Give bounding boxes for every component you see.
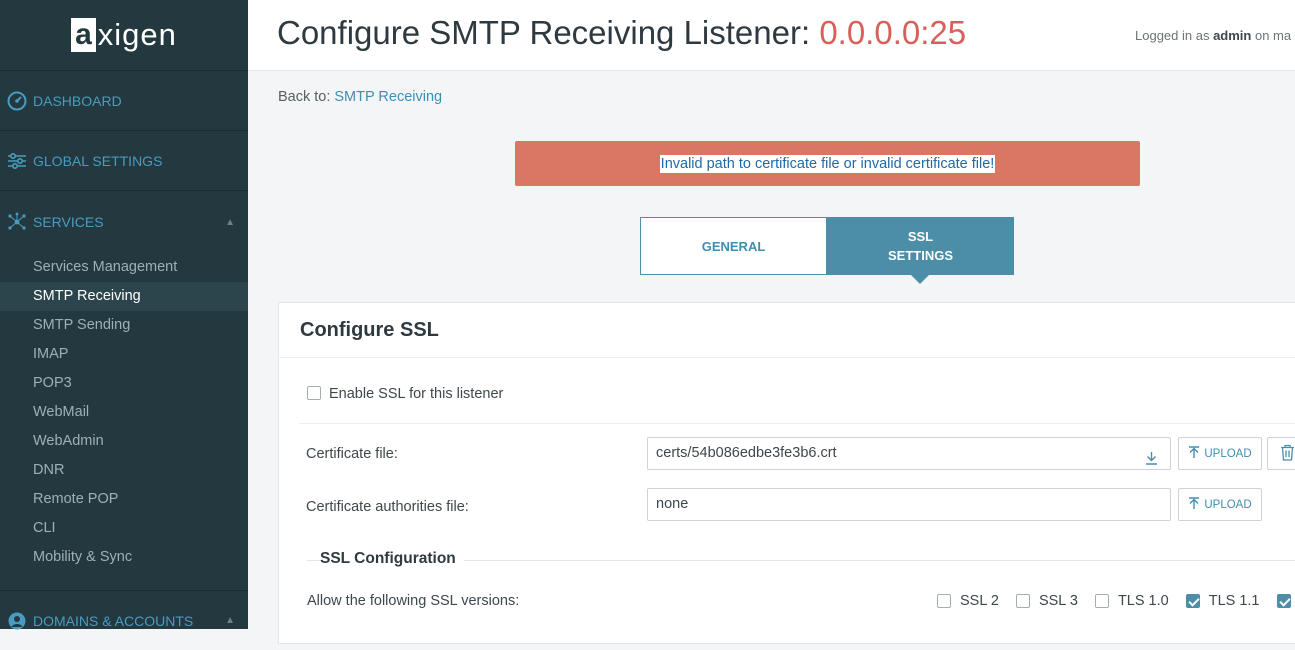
panel-title: Configure SSL xyxy=(300,319,439,342)
sidebar-item-smtp-receiving[interactable]: SMTP Receiving xyxy=(0,282,248,311)
sidebar-section-label: SERVICES xyxy=(33,214,104,230)
tab-ssl-settings[interactable]: SSL SETTINGS xyxy=(827,217,1014,275)
cert-file-field[interactable]: certs/54b086edbe3fe3b6.crt xyxy=(647,437,1171,470)
sidebar-section-domains-accounts[interactable]: DOMAINS & ACCOUNTS ▲ xyxy=(0,591,248,650)
tab-ssl-label: SSL SETTINGS xyxy=(888,227,953,265)
ca-file-value: none xyxy=(656,496,688,512)
page-title-text: Configure SMTP Receiving Listener: xyxy=(277,14,819,51)
sidebar-item-dnr[interactable]: DNR xyxy=(0,456,248,485)
breadcrumb-link[interactable]: SMTP Receiving xyxy=(334,89,442,105)
sidebar-item-smtp-sending[interactable]: SMTP Sending xyxy=(0,311,248,340)
version-tls12[interactable] xyxy=(1277,594,1295,608)
logged-user: admin xyxy=(1213,28,1251,43)
sidebar-section-label: DOMAINS & ACCOUNTS xyxy=(33,613,193,629)
cert-delete-button[interactable] xyxy=(1267,437,1295,470)
enable-ssl-label: Enable SSL for this listener xyxy=(329,386,503,402)
cert-file-label: Certificate file: xyxy=(306,446,398,462)
tabs: GENERAL SSL SETTINGS xyxy=(640,217,1015,275)
dashboard-icon xyxy=(6,90,28,112)
divider xyxy=(279,357,1295,358)
sidebar-item-cli[interactable]: CLI xyxy=(0,514,248,543)
sidebar-section-services[interactable]: SERVICES ▲ xyxy=(0,191,248,253)
version-label: TLS 1.0 xyxy=(1118,593,1169,609)
version-ssl3[interactable]: SSL 3 xyxy=(1016,593,1078,609)
logo-box: a xyxy=(71,18,96,52)
breadcrumb: Back to:SMTP Receiving xyxy=(278,89,442,105)
logo-text: xigen xyxy=(98,17,177,53)
ssl-panel: Configure SSL Enable SSL for this listen… xyxy=(278,302,1295,644)
tab-general[interactable]: GENERAL xyxy=(640,217,827,275)
chevron-up-icon[interactable]: ▲ xyxy=(225,217,235,228)
ca-file-field[interactable]: none xyxy=(647,488,1171,521)
version-ssl2[interactable]: SSL 2 xyxy=(937,593,999,609)
sidebar-item-webmail[interactable]: WebMail xyxy=(0,398,248,427)
sidebar-item-pop3[interactable]: POP3 xyxy=(0,369,248,398)
upload-label: UPLOAD xyxy=(1204,499,1251,511)
upload-label: UPLOAD xyxy=(1204,448,1251,460)
axigen-logo[interactable]: axigen xyxy=(0,0,248,71)
divider xyxy=(299,423,1295,424)
version-checkbox[interactable] xyxy=(1016,594,1030,608)
cert-upload-button[interactable]: UPLOAD xyxy=(1178,437,1262,470)
version-tls11[interactable]: TLS 1.1 xyxy=(1186,593,1260,609)
chevron-up-icon[interactable]: ▲ xyxy=(225,615,235,626)
version-checkbox[interactable] xyxy=(937,594,951,608)
logged-in-info: Logged in as admin on ma xyxy=(1135,28,1291,43)
sidebar-section-global-settings[interactable]: GLOBAL SETTINGS xyxy=(0,131,248,191)
ssl-versions: SSL 2 SSL 3 TLS 1.0 TLS 1.1 xyxy=(937,593,1295,609)
page-title: Configure SMTP Receiving Listener: 0.0.0… xyxy=(277,14,966,52)
version-label: SSL 3 xyxy=(1039,593,1078,609)
network-icon xyxy=(6,211,28,233)
version-checkbox[interactable] xyxy=(1186,594,1200,608)
ca-file-label: Certificate authorities file: xyxy=(306,499,469,515)
version-label: TLS 1.1 xyxy=(1209,593,1260,609)
error-banner: Invalid path to certificate file or inva… xyxy=(515,141,1140,186)
sidebar-section-dashboard[interactable]: DASHBOARD xyxy=(0,71,248,131)
sidebar-item-remote-pop[interactable]: Remote POP xyxy=(0,485,248,514)
sidebar-item-mobility-sync[interactable]: Mobility & Sync xyxy=(0,543,248,572)
tab-ssl-line2: SETTINGS xyxy=(888,248,953,263)
tab-ssl-line1: SSL xyxy=(908,229,933,244)
sidebar: axigen DASHBOARD GLOBAL SETTINGS SERVICE… xyxy=(0,0,248,629)
upload-icon xyxy=(1188,497,1200,513)
upload-icon xyxy=(1188,446,1200,462)
ssl-config-title: SSL Configuration xyxy=(320,550,464,568)
ssl-versions-label: Allow the following SSL versions: xyxy=(307,593,519,609)
cert-file-value: certs/54b086edbe3fe3b6.crt xyxy=(656,445,837,461)
version-checkbox[interactable] xyxy=(1095,594,1109,608)
version-label: SSL 2 xyxy=(960,593,999,609)
ca-upload-button[interactable]: UPLOAD xyxy=(1178,488,1262,521)
enable-ssl-row: Enable SSL for this listener xyxy=(307,386,503,402)
sidebar-section-label: DASHBOARD xyxy=(33,93,122,109)
error-message: Invalid path to certificate file or inva… xyxy=(660,155,996,173)
version-checkbox[interactable] xyxy=(1277,594,1291,608)
sidebar-section-label: GLOBAL SETTINGS xyxy=(33,153,162,169)
logged-suffix: on ma xyxy=(1251,28,1291,43)
listener-address: 0.0.0.0:25 xyxy=(819,14,966,51)
download-icon[interactable] xyxy=(1145,445,1158,476)
version-tls10[interactable]: TLS 1.0 xyxy=(1095,593,1169,609)
logged-prefix: Logged in as xyxy=(1135,28,1213,43)
sliders-icon xyxy=(6,150,28,172)
sidebar-item-webadmin[interactable]: WebAdmin xyxy=(0,427,248,456)
breadcrumb-prefix: Back to: xyxy=(278,89,330,105)
submenu-divider xyxy=(0,572,248,591)
globe-icon xyxy=(6,610,28,632)
enable-ssl-checkbox[interactable] xyxy=(307,386,321,400)
sidebar-item-services-management[interactable]: Services Management xyxy=(0,253,248,282)
trash-icon xyxy=(1280,444,1295,464)
page-header: Configure SMTP Receiving Listener: 0.0.0… xyxy=(248,0,1295,71)
services-submenu: Services Management SMTP Receiving SMTP … xyxy=(0,253,248,591)
sidebar-item-imap[interactable]: IMAP xyxy=(0,340,248,369)
